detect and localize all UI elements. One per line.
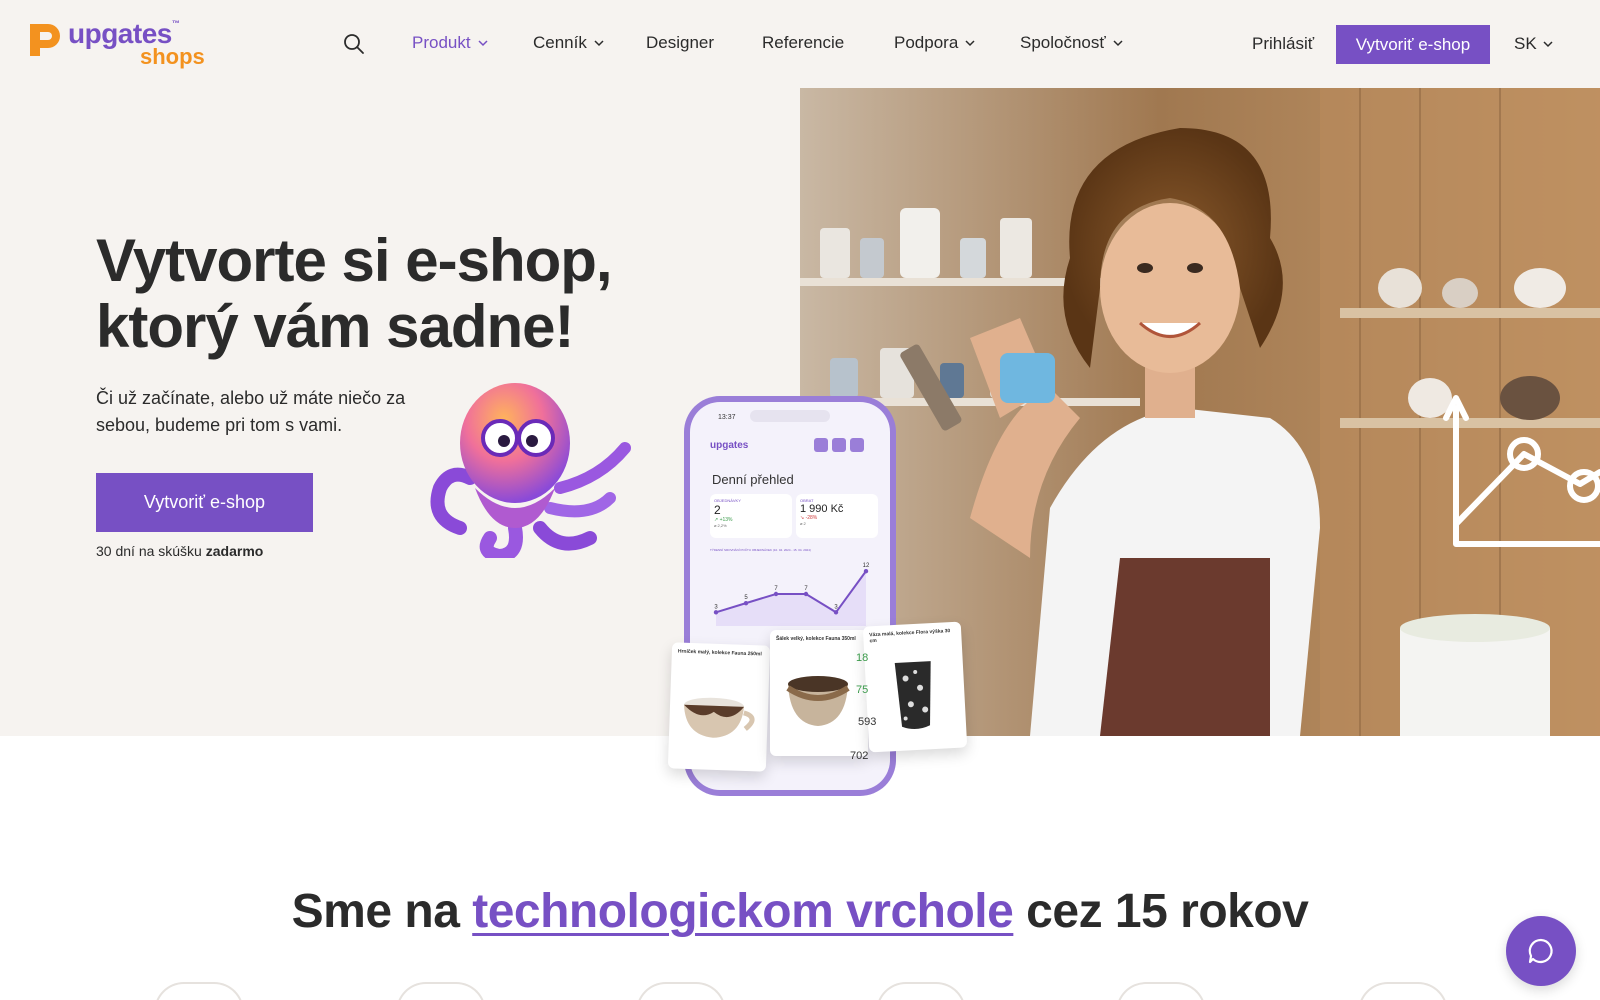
site-header: upgates™ shops Produkt Cenník Designer R…	[0, 0, 1600, 88]
phone-logo-text: upgates	[710, 440, 749, 451]
nav-item-referencie[interactable]: Referencie	[762, 33, 844, 53]
upgates-logo[interactable]: upgates™ shops	[24, 20, 205, 68]
award-badge	[396, 982, 486, 1000]
chevron-down-icon	[1113, 39, 1123, 46]
octopus-mascot	[430, 383, 631, 558]
stat-avg: ⌀ 2	[800, 521, 806, 526]
chat-icon	[1528, 938, 1553, 964]
phone-toolbar	[814, 438, 868, 452]
nav-item-label: Cenník	[533, 33, 587, 52]
hero-title-line2: ktorý vám sadne!	[96, 293, 575, 360]
nav-item-label: Designer	[646, 33, 715, 52]
stat-value: 2	[714, 503, 721, 517]
trial-prefix: 30 dní na skúšku	[96, 543, 206, 559]
section-title-highlight[interactable]: technologickom vrchole	[472, 885, 1014, 938]
nav-item-podpora[interactable]: Podpora	[894, 33, 975, 53]
chart-point-label: 3	[714, 604, 718, 610]
section-title-before: Sme na	[291, 885, 473, 938]
chart-area	[716, 571, 866, 626]
chart-point	[713, 610, 719, 615]
mug-image	[684, 697, 755, 738]
logo-mark-icon	[30, 24, 60, 56]
hero-title-line1: Vytvorte si e-shop,	[96, 227, 613, 294]
hero-subtitle: Či už začínate, alebo už máte niečo za s…	[96, 388, 406, 435]
product-card: Váza malá, kolekce Flora výška 30 cm	[862, 621, 968, 753]
stat-value: 1 990 Kč	[800, 503, 844, 515]
vase-image	[894, 661, 931, 729]
hero-title: Vytvorte si e-shop, ktorý vám sadne!	[96, 228, 736, 360]
bowl-image	[786, 676, 850, 726]
phone-app-title: Denní přehled	[712, 472, 794, 487]
create-eshop-button-hero[interactable]: Vytvoriť e-shop	[96, 473, 313, 532]
stat-avg: ⌀ 2,2%	[714, 523, 727, 528]
user-icon	[850, 438, 864, 452]
chart-point-label: 5	[744, 595, 748, 601]
login-link[interactable]: Prihlásiť	[1252, 34, 1314, 54]
card-number: 593	[858, 716, 877, 728]
section-title: Sme na technologickom vrchole cez 15 rok…	[0, 884, 1600, 939]
award-badge	[876, 982, 966, 1000]
card-number: 702	[850, 750, 869, 762]
bell-icon	[832, 438, 846, 452]
product-card: Hrníček malý, kolekce Fauna 250ml	[667, 642, 771, 772]
chart-point	[833, 610, 839, 615]
chevron-down-icon	[478, 39, 488, 46]
chevron-down-icon	[1543, 40, 1553, 47]
award-badges-row	[0, 982, 1600, 1000]
language-selector[interactable]: SK	[1514, 34, 1553, 54]
eye-icon	[814, 438, 828, 452]
chart-point	[863, 568, 869, 574]
phone-app-logo: upgates	[710, 440, 748, 451]
logo-trademark: ™	[171, 19, 180, 28]
nav-item-produkt[interactable]: Produkt	[412, 33, 488, 53]
nav-item-label: Referencie	[762, 33, 845, 52]
nav-item-cennik[interactable]: Cenník	[533, 33, 604, 53]
nav-item-designer[interactable]: Designer	[646, 33, 714, 53]
chart-label: TÝDENNÍ SROVNÁNÍ POČTU OBJEDNÁVEK (10. 0…	[710, 548, 811, 552]
chart-point-label: 12	[863, 563, 870, 569]
search-icon[interactable]	[343, 33, 365, 55]
section-title-after: cez 15 rokov	[1013, 885, 1309, 938]
chart-point-label: 7	[774, 586, 778, 592]
phone-stat-orders: OBJEDNÁVKY 2 ↗ +13% ⌀ 2,2%	[710, 494, 792, 538]
card-number: 18	[856, 652, 869, 664]
card-number: 75	[856, 684, 869, 696]
chat-button[interactable]	[1506, 916, 1576, 986]
award-badge	[1116, 982, 1206, 1000]
award-badge	[636, 982, 726, 1000]
award-badge	[1358, 982, 1448, 1000]
chart-point	[773, 591, 779, 597]
create-eshop-button-header[interactable]: Vytvoriť e-shop	[1336, 25, 1490, 64]
phone-time: 13:37	[718, 414, 736, 421]
phone-stat-revenue: OBRAT 1 990 Kč ↘ -28% ⌀ 2	[796, 494, 878, 538]
product-card: Šálek velký, kolekce Fauna 350ml	[770, 630, 868, 756]
chart-point-label: 7	[804, 586, 808, 592]
phone-order-chart: 357 7312	[713, 563, 870, 626]
award-badge	[154, 982, 244, 1000]
phone-notch	[750, 410, 830, 422]
trial-free: zadarmo	[205, 543, 264, 559]
nav-item-label: Podpora	[894, 33, 959, 52]
chart-point	[803, 591, 809, 597]
product-name: Šálek velký, kolekce Fauna 350ml	[776, 636, 856, 642]
trial-note: 30 dní na skúšku zadarmo	[96, 543, 263, 559]
chart-point	[743, 600, 749, 606]
logo-text-bottom: shops	[140, 44, 205, 69]
nav-item-spolocnost[interactable]: Spoločnosť	[1020, 33, 1123, 53]
chevron-down-icon	[965, 39, 975, 46]
nav-item-label: Produkt	[412, 33, 471, 52]
chevron-down-icon	[594, 39, 604, 46]
nav-item-label: Spoločnosť	[1020, 33, 1106, 52]
language-label: SK	[1514, 34, 1537, 53]
